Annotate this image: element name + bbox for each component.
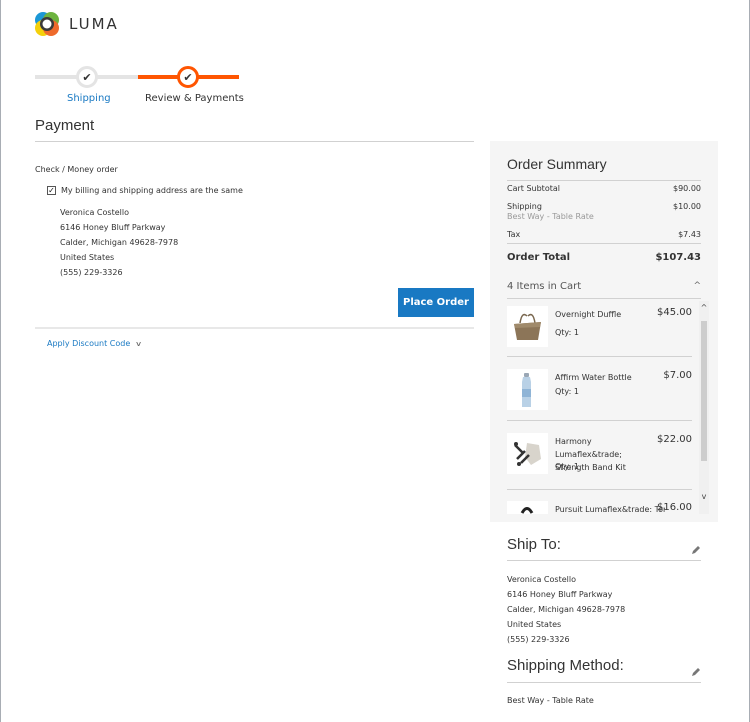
step-review-label: Review & Payments [145,93,244,104]
step-review-marker: ✔ [177,66,199,88]
cart-item-qty: Qty: 1 [555,328,579,337]
ship-city: Calder, Michigan 49628-7978 [507,605,626,614]
luma-logo[interactable]: LUMA [34,11,119,37]
cart-divider [507,298,701,299]
edit-ship-to-button[interactable] [691,540,701,559]
strength-band-image [507,433,548,474]
cart-item: Pursuit Lumaflex&trade: Tone $16.00 [507,501,692,514]
billing-city: Calder, Michigan 49628-7978 [60,238,179,247]
item-divider [507,420,692,421]
total-divider [507,243,701,244]
billing-name: Veronica Costello [60,208,129,217]
order-summary-title: Order Summary [507,156,607,172]
cart-item: Affirm Water Bottle $7.00 Qty: 1 [507,369,692,433]
step-shipping-marker[interactable]: ✔ [76,66,98,88]
shipping-method-value: Best Way - Table Rate [507,696,594,705]
cart-item: Overnight Duffle $45.00 Qty: 1 [507,306,692,370]
scroll-down-arrow-icon[interactable]: v [700,492,708,501]
items-in-cart-label[interactable]: 4 Items in Cart [507,281,581,292]
ship-street: 6146 Honey Bluff Parkway [507,590,613,599]
pencil-icon [692,546,700,554]
cart-item-price: $45.00 [657,307,692,318]
ship-to-title: Ship To: [507,536,561,553]
cart-item-price: $7.00 [663,370,692,381]
shipping-label: Shipping [507,202,542,211]
scroll-up-arrow-icon[interactable]: ^ [700,303,708,312]
cart-item-name: Overnight Duffle [555,310,622,319]
cart-items-list: Overnight Duffle $45.00 Qty: 1 Affirm Wa… [507,301,713,514]
ship-to-divider [507,560,701,561]
order-summary: Order Summary Cart Subtotal $90.00 Shipp… [490,141,718,522]
cart-item-name: Pursuit Lumaflex&trade: Tone [555,505,665,514]
step-shipping-link[interactable]: Shipping [67,93,111,104]
shipping-row: Shipping $10.00 [507,202,701,211]
cart-item-name: Affirm Water Bottle [555,373,632,382]
ship-name: Veronica Costello [507,575,576,584]
items-in-cart-toggle[interactable]: 4 Items in Cart ^ [507,281,701,292]
cart-item-qty: Qty: 1 [555,462,579,471]
shipping-method-sub: Best Way - Table Rate [507,212,594,221]
cart-item-price: $16.00 [657,502,692,513]
tone-band-image [507,501,548,514]
cart-subtotal-value: $90.00 [673,184,701,193]
order-total-row: Order Total $107.43 [507,252,701,263]
billing-address: Veronica Costello 6146 Honey Bluff Parkw… [60,205,178,280]
apply-discount-toggle[interactable]: Apply Discount Code ∨ [47,339,143,348]
shipping-method-title: Shipping Method: [507,657,624,674]
edit-shipping-method-button[interactable] [691,662,701,681]
check-icon: ✔ [82,70,92,84]
order-total-label: Order Total [507,252,571,263]
billing-phone: (555) 229-3326 [60,268,123,277]
ship-to-address: Veronica Costello 6146 Honey Bluff Parkw… [507,572,625,647]
apply-discount-label[interactable]: Apply Discount Code [47,339,130,348]
same-address-checkbox[interactable]: ✓ [47,186,56,195]
order-total-value: $107.43 [655,252,701,263]
cart-scrollbar[interactable]: ^ v [699,301,709,514]
payment-title: Payment [35,117,95,134]
discount-divider [35,327,474,329]
cart-item-price: $22.00 [657,434,692,445]
checkout-progress: ✔ ✔ Shipping Review & Payments [35,66,244,106]
tax-value: $7.43 [678,230,701,239]
duffle-bag-image [507,306,548,347]
place-order-button[interactable]: Place Order [398,288,474,317]
pencil-icon [692,668,700,676]
cart-subtotal-row: Cart Subtotal $90.00 [507,184,701,193]
summary-divider [507,180,701,181]
billing-street: 6146 Honey Bluff Parkway [60,223,166,232]
cart-item-qty: Qty: 1 [555,387,579,396]
ship-phone: (555) 229-3326 [507,635,570,644]
payment-method-label: Check / Money order [35,165,118,174]
water-bottle-image [507,369,548,410]
same-address-row[interactable]: ✓ My billing and shipping address are th… [47,186,243,195]
ship-country: United States [507,620,562,629]
scrollbar-thumb[interactable] [701,321,707,461]
brand-name: LUMA [69,15,119,33]
payment-divider [35,141,474,142]
chevron-up-icon: ^ [693,281,701,291]
item-divider [507,489,692,490]
billing-country: United States [60,253,115,262]
tax-row: Tax $7.43 [507,230,701,239]
tax-label: Tax [507,230,521,239]
cart-item: Harmony Lumaflex&trade; Strength Band Ki… [507,433,692,497]
shipping-method-divider [507,682,701,683]
chevron-down-icon: ∨ [135,339,143,348]
cart-subtotal-label: Cart Subtotal [507,184,560,193]
luma-logo-icon [34,11,60,37]
same-address-label[interactable]: My billing and shipping address are the … [61,186,243,195]
check-icon: ✔ [183,70,193,84]
shipping-value: $10.00 [673,202,701,211]
item-divider [507,356,692,357]
